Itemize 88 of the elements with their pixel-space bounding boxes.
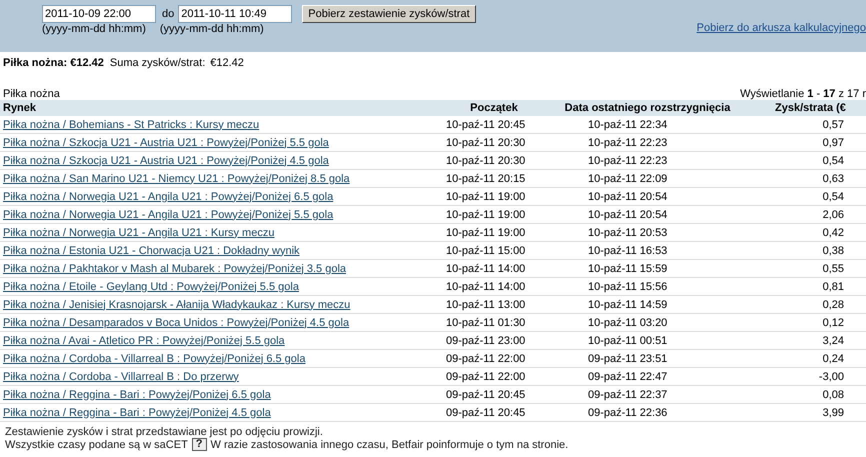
market-link[interactable]: Piłka nożna / San Marino U21 - Niemcy U21 : Powyżej/Poniżej 8.5 gola (3, 172, 350, 184)
market-link[interactable]: Piłka nożna / Norwegia U21 - Angila U21 : Powyżej/Poniżej 5.5 gola (3, 208, 334, 220)
market-link[interactable]: Piłka nożna / Estonia U21 - Chorwacja U21 : Dokładny wynik (3, 244, 300, 256)
market-link[interactable]: Piłka nożna / Etoile - Geylang Utd : Powyżej/Poniżej 5.5 gola (3, 280, 299, 292)
market-link[interactable]: Piłka nożna / Bohemians - St Patricks : Kursy meczu (3, 118, 260, 130)
paging-info: Wyświetlanie 1 - 17 z 17 r (740, 88, 866, 100)
total-value: €12.42 (210, 57, 244, 69)
table-cell: 0,24 (822, 352, 844, 364)
table-cell: 10-paź-11 20:53 (588, 226, 668, 238)
table-cell: 10-paź-11 15:56 (588, 280, 668, 292)
commission-note: Zestawienie zysków i strat przedstawiane jest po odjęciu prowizji. (5, 426, 324, 438)
table-cell: 0,57 (822, 118, 844, 130)
market-link[interactable]: Piłka nożna / Szkocja U21 - Austria U21 : Powyżej/Poniżej 4.5 gola (3, 154, 329, 166)
total-label: Suma zysków/strat: (110, 57, 206, 69)
fetch-report-button[interactable]: Pobierz zestawienie zysków/strat (302, 5, 476, 23)
table-cell: 10-paź-11 20:45 (446, 118, 526, 130)
market-link[interactable]: Piłka nożna / Cordoba - Villarreal B : Do przerwy (3, 370, 239, 382)
table-cell: 09-paź-11 22:00 (446, 370, 526, 382)
table-cell: 10-paź-11 00:51 (588, 334, 668, 346)
table-cell: 0,42 (822, 226, 844, 238)
section-title: Piłka nożna (3, 88, 60, 100)
to-label: do (162, 8, 174, 20)
table-cell: 10-paź-11 20:15 (446, 172, 526, 184)
market-link[interactable]: Piłka nożna / Norwegia U21 - Angila U21 : Kursy meczu (3, 226, 274, 238)
date-to-field[interactable]: 2011-10-11 10:49 (178, 5, 292, 23)
table-cell: 10-paź-11 19:00 (446, 190, 526, 202)
date-format-hint: (yyyy-mm-dd hh:mm) (160, 23, 264, 35)
export-link[interactable]: Pobierz do arkusza kalkulacyjnego (696, 22, 866, 34)
timezone-note: Wszystkie czasy podane są w saCET (5, 438, 188, 450)
table-cell: 09-paź-11 20:45 (446, 388, 526, 400)
table-cell: 0,63 (822, 172, 844, 184)
table-cell: 09-paź-11 22:36 (588, 406, 668, 418)
column-header: Data ostatniego rozstrzygnięcia (564, 102, 730, 114)
column-header: Zysk/strata (€ (775, 102, 846, 114)
table-cell: 09-paź-11 22:37 (588, 388, 668, 400)
table-cell: 10-paź-11 19:00 (446, 226, 526, 238)
table-cell: 09-paź-11 23:51 (588, 352, 668, 364)
table-cell: 10-paź-11 14:00 (446, 262, 526, 274)
table-cell: 0,12 (822, 316, 844, 328)
table-cell: 0,97 (822, 136, 844, 148)
table-cell: 10-paź-11 01:30 (446, 316, 526, 328)
table-cell: 0,54 (822, 154, 844, 166)
table-cell: 10-paź-11 19:00 (446, 208, 526, 220)
table-cell: 09-paź-11 22:47 (588, 370, 668, 382)
table-cell: 0,55 (822, 262, 844, 274)
table-cell: 10-paź-11 13:00 (446, 298, 526, 310)
market-link[interactable]: Piłka nożna / Reggina - Bari : Powyżej/Poniżej 4.5 gola (3, 406, 271, 418)
table-cell: 0,28 (822, 298, 844, 310)
table-cell: 10-paź-11 22:23 (588, 154, 668, 166)
date-from-field[interactable]: 2011-10-09 22:00 (42, 5, 156, 23)
table-cell: 10-paź-11 03:20 (588, 316, 668, 328)
market-link[interactable]: Piłka nożna / Jenisiej Krasnojarsk - Ałanija Władykaukaz : Kursy meczu (3, 298, 350, 310)
table-cell: 10-paź-11 22:23 (588, 136, 668, 148)
market-link[interactable]: Piłka nożna / Cordoba - Villarreal B : Powyżej/Poniżej 6.5 gola (3, 352, 306, 364)
table-cell: 10-paź-11 15:59 (588, 262, 668, 274)
table-cell: 10-paź-11 22:09 (588, 172, 668, 184)
table-cell: 0,38 (822, 244, 844, 256)
table-cell: 0,81 (822, 280, 844, 292)
market-link[interactable]: Piłka nożna / Szkocja U21 - Austria U21 : Powyżej/Poniżej 5.5 gola (3, 136, 329, 148)
table-cell: 10-paź-11 14:59 (588, 298, 668, 310)
table-cell: 09-paź-11 20:45 (446, 406, 526, 418)
table-cell: 10-paź-11 20:30 (446, 136, 526, 148)
table-cell: 10-paź-11 16:53 (588, 244, 668, 256)
table-cell: 10-paź-11 22:34 (588, 118, 668, 130)
table-cell: 10-paź-11 20:30 (446, 154, 526, 166)
table-cell: 10-paź-11 20:54 (588, 190, 668, 202)
column-header: Początek (470, 102, 518, 114)
market-link[interactable]: Piłka nożna / Avai - Atletico PR : Powyżej/Poniżej 5.5 gola (3, 334, 285, 346)
table-cell: 10-paź-11 14:00 (446, 280, 526, 292)
table-cell: 10-paź-11 20:54 (588, 208, 668, 220)
market-link[interactable]: Piłka nożna / Desamparados v Boca Unidos : Powyżej/Poniżej 4.5 gola (3, 316, 350, 328)
table-cell: 0,54 (822, 190, 844, 202)
table-cell: 2,06 (822, 208, 844, 220)
date-format-hint: (yyyy-mm-dd hh:mm) (42, 23, 146, 35)
timezone-note: W razie zastosowania innego czasu, Betfair poinformuje o tym na stronie. (210, 438, 568, 450)
table-cell: 3,24 (822, 334, 844, 346)
help-icon[interactable]: ? (192, 438, 207, 451)
market-link[interactable]: Piłka nożna / Norwegia U21 - Angila U21 : Powyżej/Poniżej 6.5 gola (3, 190, 334, 202)
market-link[interactable]: Piłka nożna / Reggina - Bari : Powyżej/Poniżej 6.5 gola (3, 388, 271, 400)
table-cell: 09-paź-11 23:00 (446, 334, 526, 346)
sport-total: Piłka nożna: €12.42 (3, 57, 104, 69)
table-cell: 10-paź-11 15:00 (446, 244, 526, 256)
table-cell: 3,99 (822, 406, 844, 418)
table-cell: 09-paź-11 22:00 (446, 352, 526, 364)
column-header: Rynek (3, 102, 36, 114)
table-cell: 0,08 (822, 388, 844, 400)
table-cell: -3,00 (818, 370, 844, 382)
market-link[interactable]: Piłka nożna / Pakhtakor v Mash al Mubarek : Powyżej/Poniżej 3.5 gola (3, 262, 346, 274)
